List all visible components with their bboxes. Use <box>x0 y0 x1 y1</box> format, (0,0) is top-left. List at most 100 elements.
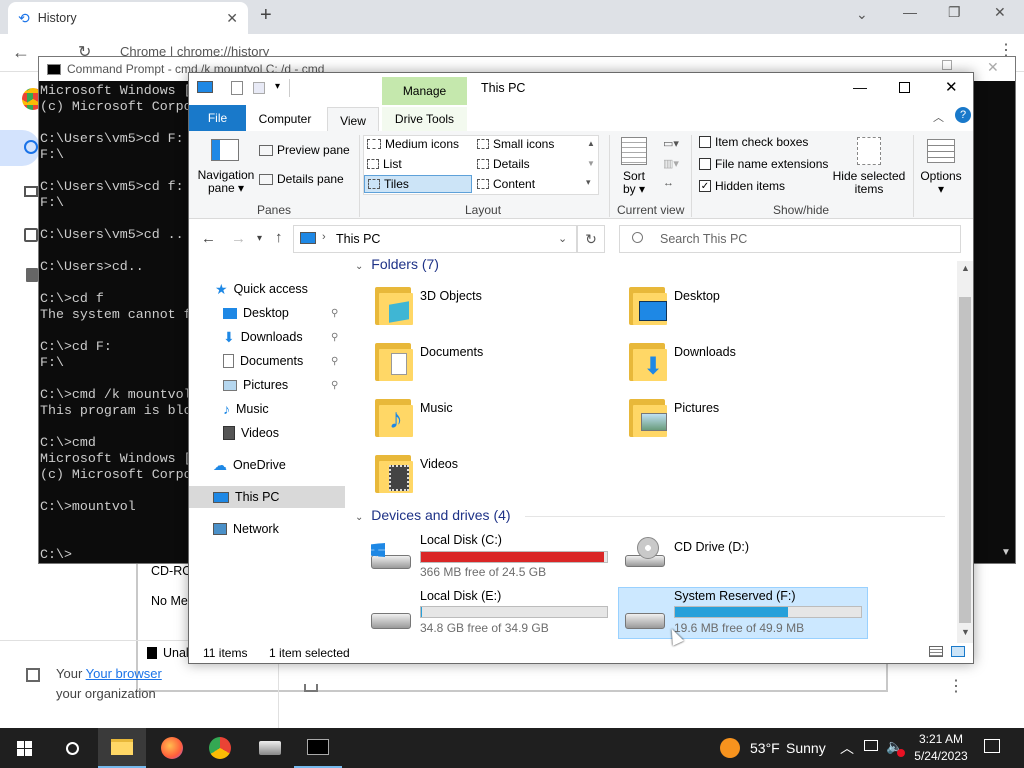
tab-drive-tools[interactable]: Drive Tools <box>382 107 467 131</box>
sort-by-button[interactable]: Sort by ▾ <box>617 170 651 196</box>
scroll-down-icon[interactable]: ▼ <box>961 627 970 637</box>
nav-downloads[interactable]: ⬇ Downloads ⚲ <box>189 326 345 348</box>
folder-pictures-label[interactable]: Pictures <box>674 401 719 415</box>
drives-group-header[interactable]: ⌄ Devices and drives (4) <box>355 507 511 523</box>
start-button[interactable] <box>0 728 48 768</box>
minimize-icon[interactable]: ⌄ <box>856 6 868 23</box>
cmd-maximize-icon[interactable] <box>942 60 952 70</box>
show-hidden-icons-icon[interactable]: ︿ <box>840 738 854 758</box>
more-options-icon[interactable]: ⋮ <box>948 676 964 696</box>
windows-drive-icon[interactable] <box>369 543 413 571</box>
large-icons-view-icon[interactable] <box>951 646 965 657</box>
address-chevron-icon[interactable]: › <box>322 231 326 243</box>
medium-icons-option[interactable]: Medium icons <box>367 137 459 151</box>
folder-music-icon[interactable]: ♪ <box>375 397 413 437</box>
help-icon[interactable]: ? <box>955 107 971 123</box>
scroll-thumb[interactable] <box>959 297 971 623</box>
qat-dropdown-icon[interactable]: ▾ <box>275 81 280 92</box>
folder-documents-label[interactable]: Documents <box>420 345 483 359</box>
hidden-items-option[interactable]: ✓ Hidden items <box>699 179 785 193</box>
up-button[interactable]: ↑ <box>275 229 283 246</box>
folder-3d-objects-label[interactable]: 3D Objects <box>420 289 482 303</box>
back-button[interactable]: ← <box>201 230 216 247</box>
collapse-ribbon-icon[interactable]: ︿ <box>933 109 944 125</box>
file-name-extensions-option[interactable]: File name extensions <box>699 157 828 171</box>
folder-music-label[interactable]: Music <box>420 401 453 415</box>
navigation-pane-button[interactable]: Navigation pane ▾ <box>195 169 257 195</box>
group-by-icon[interactable]: ▭▾ <box>663 137 679 150</box>
folder-desktop-icon[interactable] <box>629 285 667 325</box>
system-reserved-drive-icon[interactable] <box>623 607 667 635</box>
folder-3d-objects-icon[interactable] <box>375 285 413 325</box>
chrome-tab-history[interactable]: ⟲ History ✕ <box>8 2 248 34</box>
folders-group-header[interactable]: ⌄ Folders (7) <box>355 256 439 272</box>
nav-network[interactable]: Network <box>189 518 345 540</box>
taskbar-chrome[interactable] <box>196 728 244 768</box>
preview-pane-button[interactable]: Preview pane <box>259 143 350 157</box>
explorer-maximize-icon[interactable] <box>899 82 910 93</box>
address-dropdown-icon[interactable]: ⌄ <box>558 232 567 245</box>
notifications-icon[interactable] <box>984 739 1000 753</box>
tab-file[interactable]: File <box>189 105 246 131</box>
item-check-boxes-checkbox[interactable] <box>699 136 711 148</box>
size-columns-icon[interactable]: ↔ <box>663 177 674 189</box>
search-button[interactable] <box>48 728 96 768</box>
folder-documents-icon[interactable] <box>375 341 413 381</box>
forward-button[interactable]: → <box>231 230 246 247</box>
nav-onedrive[interactable]: ☁ OneDrive <box>189 454 345 476</box>
nav-quick-access[interactable]: ★ Quick access <box>189 278 345 300</box>
taskbar-file-explorer[interactable] <box>98 728 146 768</box>
checkbox-icon[interactable] <box>304 684 318 692</box>
file-name-extensions-checkbox[interactable] <box>699 158 711 170</box>
folder-downloads-label[interactable]: Downloads <box>674 345 736 359</box>
explorer-window[interactable]: ▾ Manage This PC — ✕ File Computer View … <box>188 72 974 664</box>
taskbar-cmd[interactable] <box>294 728 342 768</box>
options-button[interactable]: Options ▾ <box>917 170 965 196</box>
nav-music[interactable]: ♪ Music <box>189 398 345 420</box>
small-icons-option[interactable]: Small icons <box>477 137 554 151</box>
pin-icon[interactable]: ⚲ <box>331 380 338 391</box>
address-bar[interactable]: › This PC ⌄ <box>293 225 577 253</box>
network-tray-icon[interactable] <box>864 740 878 751</box>
details-view-icon[interactable] <box>929 646 943 657</box>
drive-f-label[interactable]: System Reserved (F:) <box>674 589 796 603</box>
weather-temp[interactable]: 53°F <box>750 740 780 756</box>
clock-date[interactable]: 5/24/2023 <box>910 749 972 763</box>
window-minimize-icon[interactable]: — <box>903 4 917 20</box>
local-disk-e-icon[interactable] <box>369 607 413 635</box>
recent-locations-icon[interactable]: ▾ <box>257 233 262 244</box>
content-option[interactable]: Content <box>477 177 535 191</box>
qat-new-folder-icon[interactable] <box>253 82 265 94</box>
explorer-close-icon[interactable]: ✕ <box>945 78 958 96</box>
pin-icon[interactable]: ⚲ <box>331 308 338 319</box>
window-close-icon[interactable]: ✕ <box>994 4 1006 21</box>
back-icon[interactable]: ← <box>12 42 30 63</box>
taskbar-firefox[interactable] <box>148 728 196 768</box>
nav-pictures[interactable]: Pictures ⚲ <box>189 374 345 396</box>
gallery-expand-icon[interactable]: ▾ <box>586 177 591 188</box>
tab-computer[interactable]: Computer <box>249 107 321 131</box>
folder-desktop-label[interactable]: Desktop <box>674 289 720 303</box>
window-restore-icon[interactable]: ❐ <box>948 4 961 21</box>
cmd-scrollbar[interactable] <box>975 83 1015 563</box>
list-option[interactable]: List <box>367 157 402 171</box>
scroll-up-icon[interactable]: ▲ <box>961 263 970 273</box>
search-box[interactable]: Search This PC <box>619 225 961 253</box>
new-tab-button[interactable]: + <box>260 4 272 27</box>
drive-c-label[interactable]: Local Disk (C:) <box>420 533 502 547</box>
hide-selected-items-button[interactable]: Hide selected items <box>831 170 907 196</box>
qat-properties-icon[interactable] <box>231 81 243 95</box>
explorer-minimize-icon[interactable]: — <box>853 79 867 95</box>
taskbar-app[interactable] <box>246 728 294 768</box>
tiles-option[interactable]: Tiles <box>364 175 472 193</box>
pin-icon[interactable]: ⚲ <box>331 332 338 343</box>
folder-pictures-icon[interactable] <box>629 397 667 437</box>
weather-desc[interactable]: Sunny <box>786 740 826 756</box>
details-pane-button[interactable]: Details pane <box>259 172 344 186</box>
browser-link[interactable]: Your browser <box>86 666 162 681</box>
add-columns-icon[interactable]: ▥▾ <box>663 157 679 170</box>
drive-d-label[interactable]: CD Drive (D:) <box>674 540 749 554</box>
tab-view[interactable]: View <box>327 107 379 134</box>
cd-drive-icon[interactable] <box>623 537 667 567</box>
cmd-output[interactable]: Microsoft Windows [(c) Microsoft Corpo C… <box>39 83 199 563</box>
